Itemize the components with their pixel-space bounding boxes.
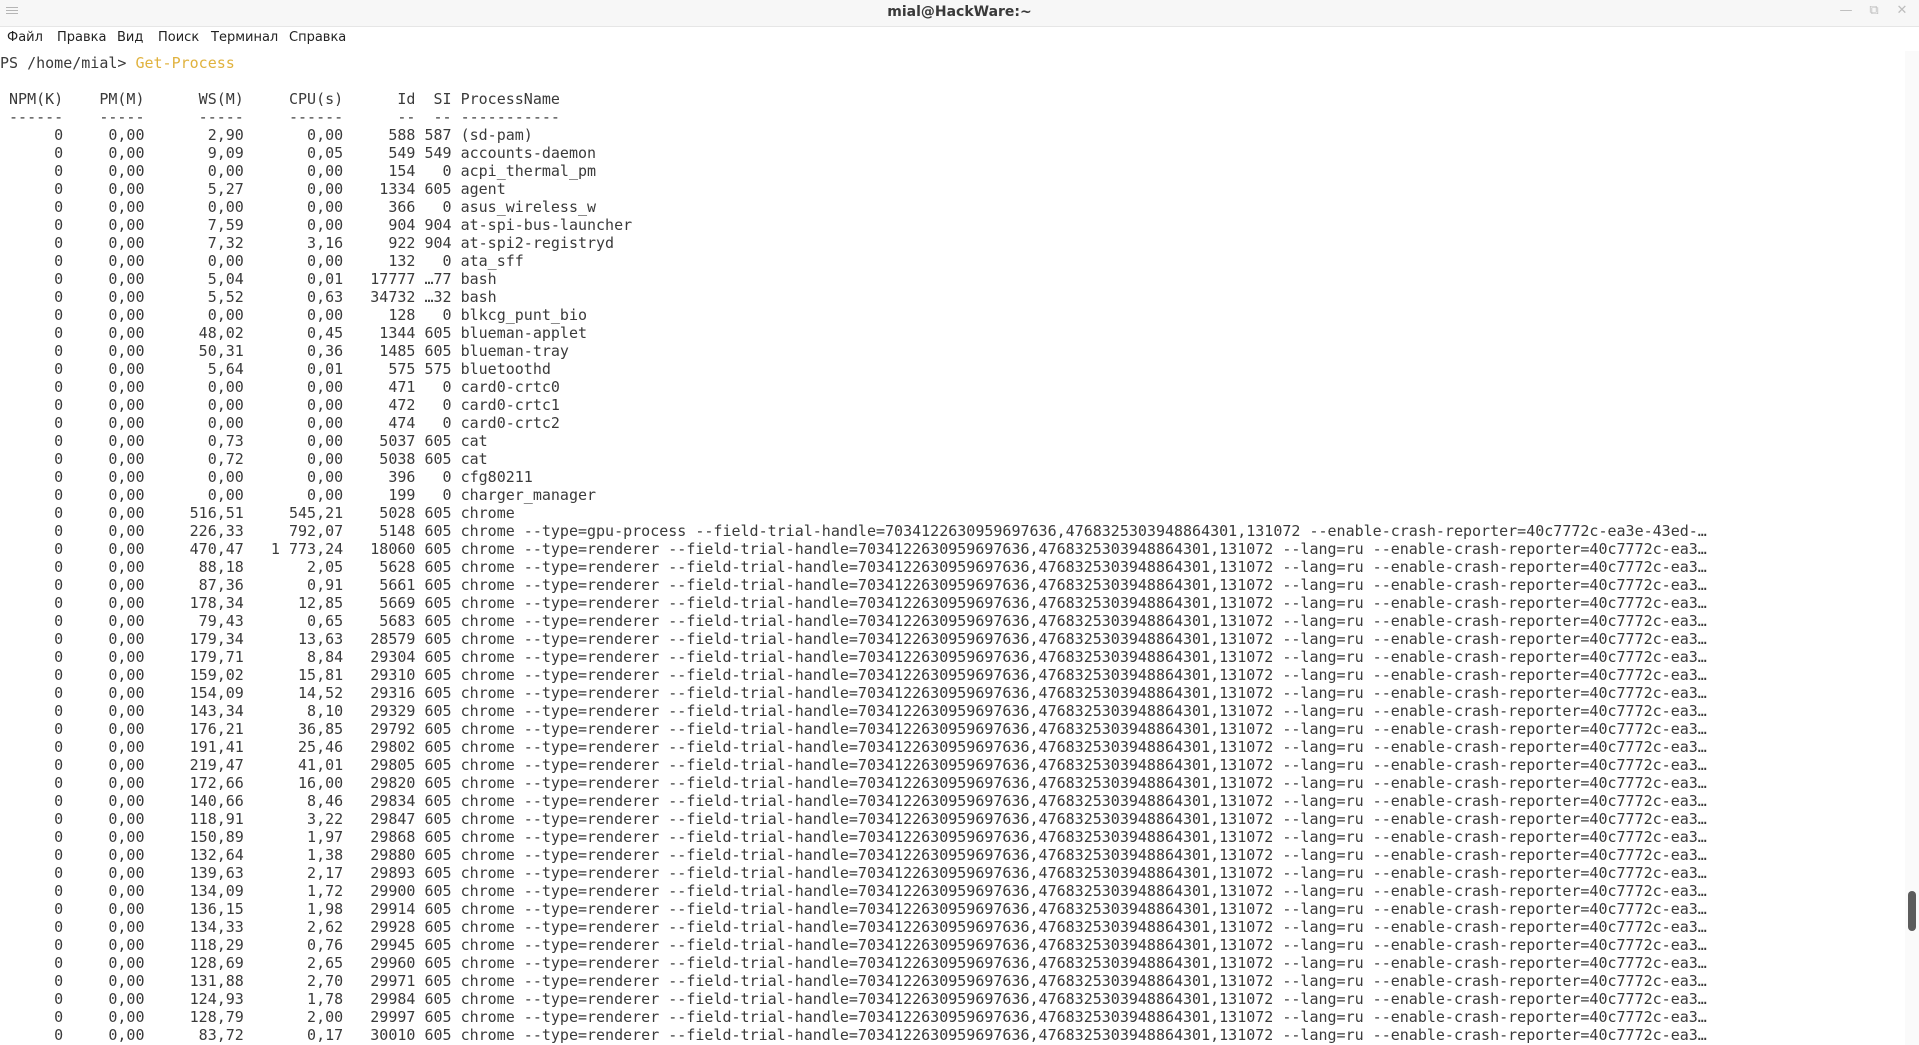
process-row: 0 0,00 176,21 36,85 29792 605 chrome --t… [0,720,1707,738]
menu-edit[interactable]: Правка [57,30,106,45]
menu-file[interactable]: Файл [7,30,43,45]
process-row: 0 0,00 470,47 1 773,24 18060 605 chrome … [0,540,1707,558]
process-row: 0 0,00 7,59 0,00 904 904 at-spi-bus-laun… [0,216,633,234]
process-row: 0 0,00 143,34 8,10 29329 605 chrome --ty… [0,702,1707,720]
process-row: 0 0,00 0,00 0,00 128 0 blkcg_punt_bio [0,306,587,324]
process-row: 0 0,00 5,64 0,01 575 575 bluetoothd [0,360,551,378]
process-row: 0 0,00 7,32 3,16 922 904 at-spi2-registr… [0,234,615,252]
minimize-icon[interactable]: — [1839,4,1853,18]
process-row: 0 0,00 9,09 0,05 549 549 accounts-daemon [0,144,597,162]
process-row: 0 0,00 150,89 1,97 29868 605 chrome --ty… [0,828,1707,846]
close-icon[interactable]: ✕ [1895,4,1909,18]
process-row: 0 0,00 172,66 16,00 29820 605 chrome --t… [0,774,1707,792]
process-row: 0 0,00 0,00 0,00 396 0 cfg80211 [0,468,533,486]
process-row: 0 0,00 48,02 0,45 1344 605 blueman-apple… [0,324,587,342]
process-row: 0 0,00 118,91 3,22 29847 605 chrome --ty… [0,810,1707,828]
process-row: 0 0,00 0,00 0,00 199 0 charger_manager [0,486,597,504]
process-row: 0 0,00 179,34 13,63 28579 605 chrome --t… [0,630,1707,648]
window-title: mial@HackWare:~ [887,4,1032,20]
process-row: 0 0,00 128,69 2,65 29960 605 chrome --ty… [0,954,1707,972]
process-row: 0 0,00 128,79 2,00 29997 605 chrome --ty… [0,1008,1707,1026]
process-row: 0 0,00 140,66 8,46 29834 605 chrome --ty… [0,792,1707,810]
process-row: 0 0,00 79,43 0,65 5683 605 chrome --type… [0,612,1707,630]
process-row: 0 0,00 134,33 2,62 29928 605 chrome --ty… [0,918,1707,936]
terminal-output[interactable]: PS /home/mial> Get-Process NPM(K) PM(M) … [0,51,1905,1045]
process-row: 0 0,00 5,27 0,00 1334 605 agent [0,180,506,198]
process-row: 0 0,00 154,09 14,52 29316 605 chrome --t… [0,684,1707,702]
process-row: 0 0,00 5,04 0,01 17777 …77 bash [0,270,497,288]
process-row: 0 0,00 219,47 41,01 29805 605 chrome --t… [0,756,1707,774]
process-row: 0 0,00 0,00 0,00 132 0 ata_sff [0,252,524,270]
process-row: 0 0,00 159,02 15,81 29310 605 chrome --t… [0,666,1707,684]
process-row: 0 0,00 131,88 2,70 29971 605 chrome --ty… [0,972,1707,990]
process-row: 0 0,00 88,18 2,05 5628 605 chrome --type… [0,558,1707,576]
process-row: 0 0,00 516,51 545,21 5028 605 chrome [0,504,515,522]
table-header: NPM(K) PM(M) WS(M) CPU(s) Id SI ProcessN… [0,90,560,108]
shell-prompt: PS /home/mial> [0,54,136,72]
process-row: 0 0,00 0,00 0,00 471 0 card0-crtc0 [0,378,560,396]
scrollbar-thumb[interactable] [1908,891,1916,931]
process-row: 0 0,00 136,15 1,98 29914 605 chrome --ty… [0,900,1707,918]
menu-help[interactable]: Справка [289,30,346,45]
process-row: 0 0,00 0,00 0,00 154 0 acpi_thermal_pm [0,162,597,180]
process-row: 0 0,00 226,33 792,07 5148 605 chrome --t… [0,522,1707,540]
menu-search[interactable]: Поиск [158,30,199,45]
process-row: 0 0,00 83,72 0,17 30010 605 chrome --typ… [0,1026,1707,1044]
process-row: 0 0,00 0,00 0,00 366 0 asus_wireless_w [0,198,597,216]
menu-view[interactable]: Вид [117,30,143,45]
process-row: 0 0,00 50,31 0,36 1485 605 blueman-tray [0,342,569,360]
process-row: 0 0,00 139,63 2,17 29893 605 chrome --ty… [0,864,1707,882]
vertical-scrollbar[interactable] [1905,51,1919,1045]
process-row: 0 0,00 5,52 0,63 34732 …32 bash [0,288,497,306]
process-row: 0 0,00 191,41 25,46 29802 605 chrome --t… [0,738,1707,756]
process-row: 0 0,00 0,00 0,00 474 0 card0-crtc2 [0,414,560,432]
maximize-icon[interactable]: ⧉ [1867,4,1881,18]
process-row: 0 0,00 134,09 1,72 29900 605 chrome --ty… [0,882,1707,900]
title-bar: mial@HackWare:~ — ⧉ ✕ [0,0,1919,27]
process-row: 0 0,00 2,90 0,00 588 587 (sd-pam) [0,126,533,144]
process-row: 0 0,00 0,72 0,00 5038 605 cat [0,450,488,468]
menu-terminal[interactable]: Терминал [211,30,278,45]
process-row: 0 0,00 0,00 0,00 472 0 card0-crtc1 [0,396,560,414]
table-separator: ------ ----- ----- ------ -- -- --------… [0,108,560,126]
process-row: 0 0,00 178,34 12,85 5669 605 chrome --ty… [0,594,1707,612]
prompt-line: PS /home/mial> Get-Process [0,54,235,72]
process-row: 0 0,00 124,93 1,78 29984 605 chrome --ty… [0,990,1707,1008]
menu-bar: Файл Правка Вид Поиск Терминал Справка [0,27,1919,51]
process-row: 0 0,00 179,71 8,84 29304 605 chrome --ty… [0,648,1707,666]
process-row: 0 0,00 0,73 0,00 5037 605 cat [0,432,488,450]
process-row: 0 0,00 118,29 0,76 29945 605 chrome --ty… [0,936,1707,954]
window-controls: — ⧉ ✕ [1839,4,1909,18]
typed-command: Get-Process [135,54,235,72]
process-row: 0 0,00 87,36 0,91 5661 605 chrome --type… [0,576,1707,594]
process-row: 0 0,00 132,64 1,38 29880 605 chrome --ty… [0,846,1707,864]
